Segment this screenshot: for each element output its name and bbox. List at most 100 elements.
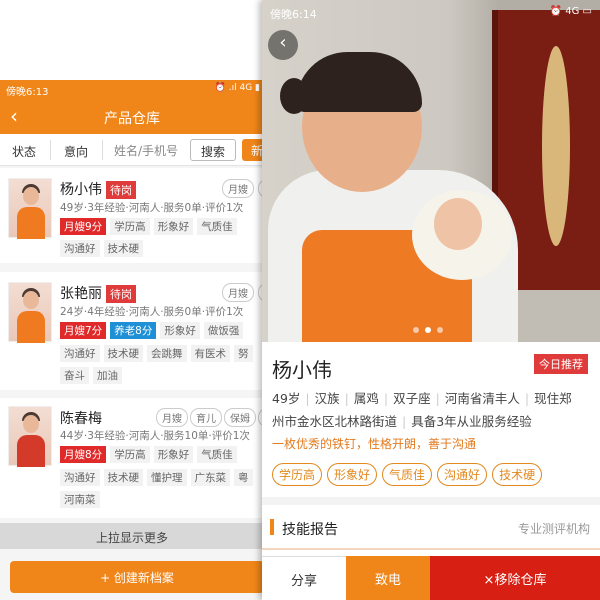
trait-tag: 形象好 — [160, 322, 200, 339]
caregiver-name: 陈春梅 — [60, 411, 102, 427]
trait-tags: 学历高 形象好 气质佳 沟通好 技术硬 — [272, 463, 547, 486]
divider — [50, 140, 51, 160]
trait-tag: 加油 — [93, 367, 122, 384]
status-time: 傍晚6:14 — [270, 8, 317, 21]
type-tag: 月嫂 — [222, 179, 254, 198]
caregiver-info: 44岁·3年经验·河南人·服务10单·评价1次 — [60, 430, 250, 442]
header: ‹ 产品仓库 — [0, 98, 264, 134]
type-tag: 月嫂 — [222, 283, 254, 302]
list-item[interactable]: 陈春梅 月嫂 育儿 保姆 保 44岁·3年经验·河南人·服务10单·评价1次 月… — [0, 398, 264, 518]
caregiver-name: 杨小伟 — [60, 182, 102, 198]
divider — [102, 140, 103, 160]
pull-more-hint[interactable]: 上拉显示更多 — [0, 523, 264, 549]
trait-tags: 奋斗 加油 — [60, 367, 126, 384]
status-icons: ⏰ .ıl 4G ▮ — [214, 83, 260, 93]
carousel-dots — [410, 318, 446, 337]
caregiver-info: 49岁·3年经验·河南人·服务0单·评价1次 — [60, 202, 244, 214]
trait-tag: 气质佳 — [197, 446, 237, 463]
caregiver-info-line2: 州市金水区北林路街道 | 具备3年从业服务经验 — [272, 414, 532, 429]
search-input[interactable]: 姓名/手机号 — [104, 139, 184, 161]
type-tag: 育儿 — [190, 408, 222, 427]
trait-tag: 会跳舞 — [147, 345, 187, 362]
share-button[interactable]: 分享 — [262, 556, 346, 600]
filter-status[interactable]: 状态 — [12, 143, 36, 160]
trait-tag: 奋斗 — [60, 367, 89, 384]
profile-photo — [262, 0, 600, 342]
trait-tag: 气质佳 — [197, 218, 237, 235]
trait-tag: 技术硬 — [103, 240, 143, 257]
skill-report-source: 专业测评机构 — [517, 522, 590, 536]
trait-tags: 河南菜 — [60, 491, 104, 508]
info-hometown: 河南省清丰人 — [444, 391, 520, 406]
info-experience: 具备3年从业服务经验 — [411, 414, 532, 429]
type-tag: 保姆 — [224, 408, 256, 427]
trait-tag: 形象好 — [153, 218, 194, 235]
remove-from-warehouse-button[interactable]: ×移除仓库 — [430, 556, 600, 600]
status-bar: 傍晚6:14 ⏰ 4G ▭ — [262, 0, 600, 24]
filter-bar: 状态 意向 姓名/手机号 搜索 新 — [0, 134, 264, 166]
trait-tags: 沟通好 技术硬 懂护理 广东菜粤 — [60, 469, 257, 486]
info-residence-cont: 州市金水区北林路街道 — [272, 414, 398, 429]
trait-tag: 沟通好 — [60, 240, 100, 257]
create-profile-button[interactable]: + 创建新档案 — [10, 561, 264, 593]
status-icons: ⏰ 4G ▭ — [549, 6, 592, 17]
trait-tag: 沟通好 — [60, 345, 100, 362]
score-tags: 月嫂9分 学历高 形象好 气质佳 — [60, 218, 241, 235]
skill-report-title: 技能报告 — [282, 522, 338, 538]
status-badge: 待岗 — [106, 181, 136, 199]
caregiver-name: 张艳丽 — [60, 286, 102, 302]
blank-area — [0, 0, 264, 80]
trait-tag: 努 — [234, 345, 253, 362]
info-ethnicity: 汉族 — [314, 391, 340, 406]
caregiver-info-line1: 49岁 | 汉族 | 属鸡 | 双子座 | 河南省清丰人 | 现住郑 — [272, 391, 572, 406]
status-bar: 傍晚6:13 ⏰ .ıl 4G ▮ — [0, 80, 264, 98]
trait-tag: 气质佳 — [382, 463, 433, 486]
avatar — [8, 178, 52, 239]
info-age: 49岁 — [272, 391, 301, 406]
intro-text: 一枚优秀的铁钉，性格开朗，善于沟通 — [272, 437, 477, 451]
trait-tag: 懂护理 — [147, 469, 187, 486]
trait-tag: 沟通好 — [437, 463, 488, 486]
trait-tag: 学历高 — [110, 218, 150, 235]
divider — [262, 497, 600, 505]
score-tag: 月嫂7分 — [60, 322, 107, 339]
left-screen: 傍晚6:13 ⏰ .ıl 4G ▮ ‹ 产品仓库 状态 意向 姓名/手机号 搜索… — [0, 0, 264, 600]
score-tags: 月嫂8分 学历高 形象好 气质佳 — [60, 446, 241, 463]
avatar — [8, 282, 52, 343]
score-tag: 养老8分 — [110, 322, 157, 339]
trait-tag: 河南菜 — [60, 491, 100, 508]
trait-tag: 沟通好 — [60, 469, 100, 486]
info-residence: 现住郑 — [534, 391, 572, 406]
trait-tag: 技术硬 — [103, 345, 143, 362]
list-item[interactable]: 张艳丽 待岗 月嫂 育 24岁·4年经验·河南人·服务0单·评价1次 月嫂7分养… — [0, 272, 264, 390]
trait-tag: 广东菜 — [190, 469, 230, 486]
trait-tag: 技术硬 — [103, 469, 143, 486]
status-time: 傍晚6:13 — [6, 87, 49, 98]
today-recommend-badge: 今日推荐 — [534, 354, 588, 374]
trait-tags: 沟通好 技术硬 — [60, 240, 147, 257]
avatar — [8, 406, 52, 467]
trait-tag: 形象好 — [153, 446, 194, 463]
trait-tag: 技术硬 — [492, 463, 543, 486]
trait-tag: 学历高 — [110, 446, 150, 463]
caregiver-info: 24岁·4年经验·河南人·服务0单·评价1次 — [60, 306, 244, 318]
trait-tag: 学历高 — [272, 463, 323, 486]
back-icon[interactable]: ‹ — [268, 30, 298, 60]
trait-tag: 粤 — [234, 469, 253, 486]
new-button[interactable]: 新 — [242, 139, 264, 161]
info-star-sign: 双子座 — [393, 391, 431, 406]
score-tag: 月嫂8分 — [60, 446, 107, 463]
page-title: 产品仓库 — [104, 111, 160, 127]
score-tag: 月嫂9分 — [60, 218, 107, 235]
type-tag: 月嫂 — [156, 408, 188, 427]
list-item[interactable]: 杨小伟 待岗 月嫂 育 49岁·3年经验·河南人·服务0单·评价1次 月嫂9分学… — [0, 168, 264, 263]
trait-tag: 有医术 — [190, 345, 230, 362]
info-zodiac: 属鸡 — [353, 391, 379, 406]
filter-intent[interactable]: 意向 — [64, 143, 88, 160]
search-button[interactable]: 搜索 — [190, 139, 236, 161]
score-tags: 月嫂7分 养老8分 形象好 做饭强 — [60, 322, 247, 339]
call-button[interactable]: 致电 — [346, 556, 430, 600]
trait-tag: 做饭强 — [203, 322, 244, 339]
skill-report-section[interactable]: 技能报告 专业测评机构 — [262, 505, 600, 550]
trait-tag: 形象好 — [327, 463, 378, 486]
